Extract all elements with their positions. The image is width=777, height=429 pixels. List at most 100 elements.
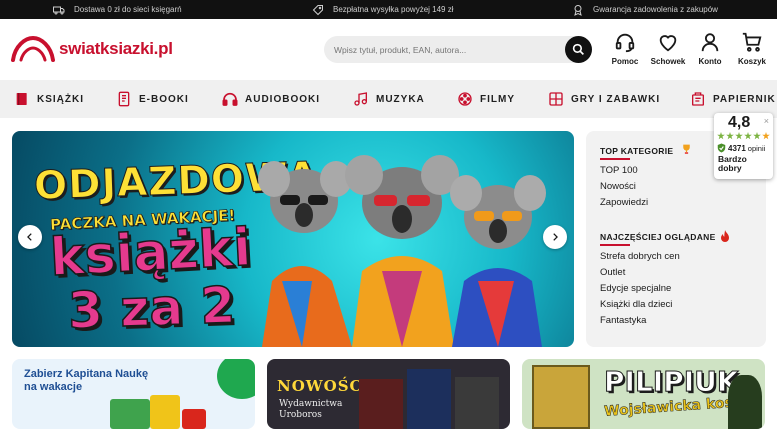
rating-widget[interactable]: 4,8 × 4371 opinii Bardzo dobry <box>714 113 773 179</box>
star-icon <box>717 132 725 140</box>
guarantee-info-text: Gwarancja zadowolenia z zakupów <box>593 5 718 14</box>
nav-item-books-label: KSIĄŻKI <box>37 93 84 105</box>
stationery-icon <box>692 92 704 106</box>
truck-icon <box>53 6 65 14</box>
promo-card-uroboros-sub: Wydawnictwa Uroboros <box>279 399 343 420</box>
headphones-icon <box>222 92 238 106</box>
sidebar-link-kids-books[interactable]: Książki dla dzieci <box>600 299 672 310</box>
film-icon <box>458 92 472 106</box>
fire-icon <box>721 230 729 242</box>
rating-verdict: Bardzo dobry <box>718 154 747 173</box>
rating-count-label: opinii <box>747 143 766 153</box>
delivery-info[interactable]: Dostawa 0 zł do sieci księgarń <box>53 0 182 19</box>
promo-card-uroboros-title: NOWOŚCI <box>277 377 371 395</box>
main-navigation: KSIĄŻKI E-BOOKI AUDIOBOOKI MUZYKA FILMY … <box>0 80 777 118</box>
promo-banner[interactable]: ODJAZDOWA PACZKA NA WAKACJE! książki 3 z… <box>12 131 574 347</box>
nav-item-games-toys-label: GRY I ZABAWKI <box>571 93 661 105</box>
nav-item-books[interactable]: KSIĄŻKI <box>14 80 84 118</box>
star-icon <box>753 132 761 140</box>
rating-count: 4371 <box>728 143 746 153</box>
star-icon <box>744 132 752 140</box>
top-categories-underline <box>600 158 630 160</box>
star-icon <box>726 132 734 140</box>
book-cover-pilipiuk <box>532 365 590 429</box>
promo-card-science-text: Zabierz Kapitana Naukę na wakacje <box>24 368 149 393</box>
chevron-left-icon <box>27 233 32 241</box>
promo-card-pilipiuk[interactable]: PILIPIUK Wojsławicka kosa <box>522 359 765 429</box>
book-cover-1 <box>359 379 403 429</box>
guarantee-info[interactable]: Gwarancja zadowolenia z zakupów <box>572 0 718 19</box>
help-label: Pomoc <box>611 57 639 66</box>
rating-opinions: 4371 opinii <box>717 143 765 153</box>
book-icon <box>16 93 27 105</box>
star-icon <box>735 132 743 140</box>
sidebar-link-fantasy[interactable]: Fantastyka <box>600 315 646 326</box>
book-cover-3 <box>455 377 499 429</box>
banner-next-button[interactable] <box>543 225 567 249</box>
search-icon <box>572 43 584 55</box>
promo-card-science[interactable]: Zabierz Kapitana Naukę na wakacje <box>12 359 255 429</box>
search-input[interactable] <box>334 36 559 63</box>
ebook-icon <box>118 91 130 107</box>
book-cover-2 <box>407 369 451 429</box>
banner-headline-4: 3 za 2 <box>66 275 237 340</box>
science-box-illustration <box>110 399 150 429</box>
top-info-bar: Dostawa 0 zł do sieci księgarń Bezpłatna… <box>0 0 777 19</box>
brand-blob-illustration <box>217 359 255 399</box>
top-categories-heading: TOP KATEGORIE <box>600 146 674 156</box>
nav-item-ebooks[interactable]: E-BOOKI <box>116 80 189 118</box>
nav-item-music-label: MUZYKA <box>376 93 425 105</box>
search-button[interactable] <box>565 36 592 63</box>
star-icon <box>762 132 770 140</box>
chevron-right-icon <box>553 233 558 241</box>
sidebar-link-good-prices[interactable]: Strefa dobrych cen <box>600 251 680 262</box>
nav-item-music[interactable]: MUZYKA <box>353 80 425 118</box>
site-logo[interactable]: swiatksiazki.pl <box>11 36 173 62</box>
nav-item-ebooks-label: E-BOOKI <box>139 93 189 105</box>
sidebar-link-news[interactable]: Nowości <box>600 181 636 192</box>
shield-check-icon <box>717 143 726 153</box>
cart-label: Koszyk <box>737 57 766 66</box>
search-bar <box>324 36 592 63</box>
sidebar-link-top100[interactable]: TOP 100 <box>600 165 638 176</box>
nav-item-audiobooks[interactable]: AUDIOBOOKI <box>222 80 320 118</box>
promo-card-pilipiuk-title: PILIPIUK <box>604 365 740 399</box>
headset-icon <box>615 33 635 53</box>
account-label: Konto <box>698 57 722 66</box>
sidebar-link-outlet[interactable]: Outlet <box>600 267 625 278</box>
most-viewed-heading: NAJCZĘŚCIEJ OGLĄDANE <box>600 232 716 242</box>
promo-card-pilipiuk-sub: Wojsławicka kosa <box>603 394 743 420</box>
koala-illustration <box>258 155 546 347</box>
rating-close-button[interactable]: × <box>764 116 769 126</box>
cart-button[interactable]: Koszyk <box>732 31 772 66</box>
rating-score: 4,8 <box>728 114 751 131</box>
most-viewed-underline <box>600 244 630 246</box>
dark-figure-illustration <box>728 375 762 429</box>
heart-icon <box>659 35 677 52</box>
nav-item-films[interactable]: FILMY <box>457 80 515 118</box>
free-shipping-info-text: Bezpłatna wysyłka powyżej 149 zł <box>333 5 454 14</box>
tag-icon <box>312 4 323 15</box>
nav-item-films-label: FILMY <box>480 93 515 105</box>
nav-item-games-toys[interactable]: GRY I ZABAWKI <box>548 80 660 118</box>
user-icon <box>701 33 719 52</box>
trophy-icon <box>683 144 690 154</box>
delivery-info-text: Dostawa 0 zł do sieci księgarń <box>74 5 182 14</box>
badge-icon <box>574 4 582 16</box>
banner-prev-button[interactable] <box>18 225 42 249</box>
rating-stars <box>717 132 770 140</box>
account-button[interactable]: Konto <box>690 31 730 66</box>
free-shipping-info[interactable]: Bezpłatna wysyłka powyżej 149 zł <box>312 0 454 19</box>
cart-icon <box>742 32 762 52</box>
science-box-illustration-2 <box>150 395 180 429</box>
sidebar-link-upcoming[interactable]: Zapowiedzi <box>600 197 648 208</box>
wishlist-button[interactable]: Schowek <box>648 31 688 66</box>
logo-mark-icon <box>11 36 55 62</box>
nav-item-stationery-label: PAPIERNIK <box>713 93 776 105</box>
sidebar-link-special-editions[interactable]: Edycje specjalne <box>600 283 671 294</box>
puzzle-icon <box>549 92 563 106</box>
help-button[interactable]: Pomoc <box>605 31 645 66</box>
nav-item-audiobooks-label: AUDIOBOOKI <box>245 93 320 105</box>
promo-card-uroboros[interactable]: NOWOŚCI Wydawnictwa Uroboros <box>267 359 510 429</box>
music-note-icon <box>354 92 367 106</box>
